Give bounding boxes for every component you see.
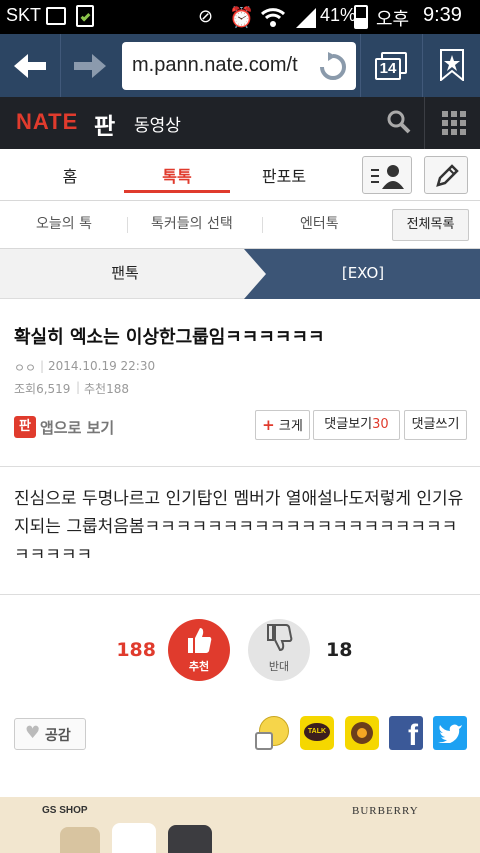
- kakaotalk-icon[interactable]: TALK: [300, 716, 334, 750]
- toolbar-divider: [60, 34, 61, 97]
- video-menu-link[interactable]: 동영상: [134, 111, 181, 136]
- write-comment-button[interactable]: 댓글쓰기: [404, 410, 467, 440]
- twitter-icon[interactable]: [433, 716, 467, 750]
- meta-divider: |: [40, 359, 45, 373]
- tab-count: 14: [375, 58, 401, 80]
- forward-arrow-icon[interactable]: [74, 52, 106, 80]
- header-divider: [424, 97, 425, 149]
- subnav-talkers-choice[interactable]: 톡커들의 선택: [151, 213, 233, 233]
- post-content: 진심으로 두명나르고 인기탑인 멤버가 열애설나도저렇게 인기유지되는 그룹처음…: [14, 489, 464, 565]
- mute-icon: ⊘: [198, 6, 214, 27]
- view-comments-label: 댓글보기: [324, 417, 373, 432]
- app-view-label: 앱으로 보기: [40, 419, 115, 437]
- breadcrumb: 팬톡 [EXO]: [0, 249, 480, 299]
- ad-coat-image: [168, 825, 212, 853]
- search-icon[interactable]: [386, 109, 412, 135]
- browser-toolbar: m.pann.nate.com/t 14: [0, 34, 480, 97]
- subnav-entertainment[interactable]: 엔터톡: [300, 213, 339, 233]
- battery-icon: [354, 5, 368, 29]
- post-title: 확실히 엑소는 이상한그룹임ㅋㅋㅋㅋㅋㅋ: [14, 327, 325, 348]
- signal-icon: [296, 8, 316, 28]
- recommend-count: 188: [116, 639, 156, 661]
- thumbs-down-icon: [267, 624, 293, 652]
- app-view-link[interactable]: 판 앱으로 보기: [14, 415, 124, 441]
- emoticon-share-icon[interactable]: [255, 716, 291, 752]
- tab-panphoto[interactable]: 판포토: [244, 163, 324, 187]
- all-list-button[interactable]: 전체목록: [392, 209, 469, 241]
- write-button[interactable]: [424, 156, 468, 194]
- active-tab-indicator: [124, 190, 230, 193]
- pencil-icon: [436, 164, 459, 187]
- enlarge-button[interactable]: + 크게: [255, 410, 310, 440]
- alarm-icon: ⏰: [229, 5, 254, 29]
- ad-coat-image: [112, 823, 156, 853]
- ad-coat-image: [60, 827, 100, 853]
- recommend-label: 추천: [188, 660, 210, 673]
- subnav-divider: [262, 217, 263, 233]
- meta-divider: |: [76, 380, 81, 394]
- clock: 9:39: [423, 4, 462, 26]
- thumbs-up-icon: [188, 628, 212, 653]
- my-page-button[interactable]: [362, 156, 412, 194]
- enlarge-label: 크게: [278, 419, 303, 434]
- pann-app-icon: 판: [14, 416, 36, 438]
- tabs-button[interactable]: 14: [375, 52, 407, 80]
- url-field[interactable]: m.pann.nate.com/t: [122, 42, 356, 90]
- plus-icon: +: [262, 416, 275, 434]
- pann-logo[interactable]: 판: [94, 107, 115, 141]
- battery-percent: 41%: [320, 5, 357, 25]
- nate-header: NATE 판 동영상: [0, 97, 480, 149]
- sub-nav: 오늘의 톡 톡커들의 선택 엔터톡 전체목록: [0, 201, 480, 249]
- tab-home[interactable]: 홈: [30, 163, 110, 187]
- breadcrumb-current[interactable]: [EXO]: [266, 249, 460, 299]
- post-views: 조회6,519: [14, 382, 71, 396]
- user-list-icon: [371, 165, 404, 189]
- post-header: 확실히 엑소는 이상한그룹임ㅋㅋㅋㅋㅋㅋ ㅇㅇ | 2014.10.19 22:…: [0, 299, 480, 467]
- wifi-icon: [260, 8, 286, 27]
- oppose-count: 18: [326, 639, 353, 661]
- gallery-icon: [46, 7, 66, 25]
- post-author: ㅇㅇ: [14, 361, 37, 375]
- twitter-bird-glyph: [438, 724, 462, 743]
- oppose-button[interactable]: 반대: [248, 619, 310, 681]
- grid-menu-icon[interactable]: [442, 111, 466, 135]
- refresh-icon[interactable]: [318, 52, 348, 82]
- main-tabs: 홈 톡톡 판포토: [0, 149, 480, 201]
- ad-banner[interactable]: GS SHOP BURBERRY: [0, 797, 480, 853]
- bookmark-icon[interactable]: [440, 49, 464, 81]
- empathy-button[interactable]: ♥ 공감: [14, 718, 86, 750]
- carrier-label: SKT: [6, 5, 42, 25]
- tab-toktok[interactable]: 톡톡: [124, 163, 230, 187]
- view-comments-button[interactable]: 댓글보기30: [313, 410, 400, 440]
- toolbar-divider: [360, 34, 361, 97]
- oppose-label: 반대: [268, 660, 290, 673]
- recommend-button[interactable]: 추천: [168, 619, 230, 681]
- subnav-divider: [127, 217, 128, 233]
- vote-area: 188 추천 반대 18: [0, 595, 480, 705]
- status-bar: SKT ⊘ ⏰ 41% 오후 9:39: [0, 0, 480, 34]
- facebook-icon[interactable]: f: [389, 716, 423, 752]
- breadcrumb-parent[interactable]: 팬톡: [0, 249, 250, 299]
- empathy-label: 공감: [45, 728, 71, 744]
- ad-brand-left: GS SHOP: [42, 805, 88, 816]
- url-text: m.pann.nate.com/t: [132, 54, 298, 76]
- post-date: 2014.10.19 22:30: [48, 359, 156, 373]
- phone-download-icon: [76, 5, 94, 27]
- ad-brand-right: BURBERRY: [352, 805, 419, 817]
- subnav-today-talk[interactable]: 오늘의 톡: [36, 213, 92, 233]
- heart-icon: ♥: [25, 723, 41, 743]
- toolbar-divider: [422, 34, 423, 97]
- comment-count: 30: [372, 417, 389, 432]
- post-body: 진심으로 두명나르고 인기탑인 멤버가 열애설나도저렇게 인기유지되는 그룹처음…: [0, 467, 480, 595]
- kakaostory-icon[interactable]: [345, 716, 379, 750]
- time-prefix: 오후: [376, 9, 410, 29]
- post-recommend-count: 추천188: [84, 382, 129, 396]
- nate-logo[interactable]: NATE: [16, 109, 78, 135]
- back-arrow-icon[interactable]: [14, 52, 46, 80]
